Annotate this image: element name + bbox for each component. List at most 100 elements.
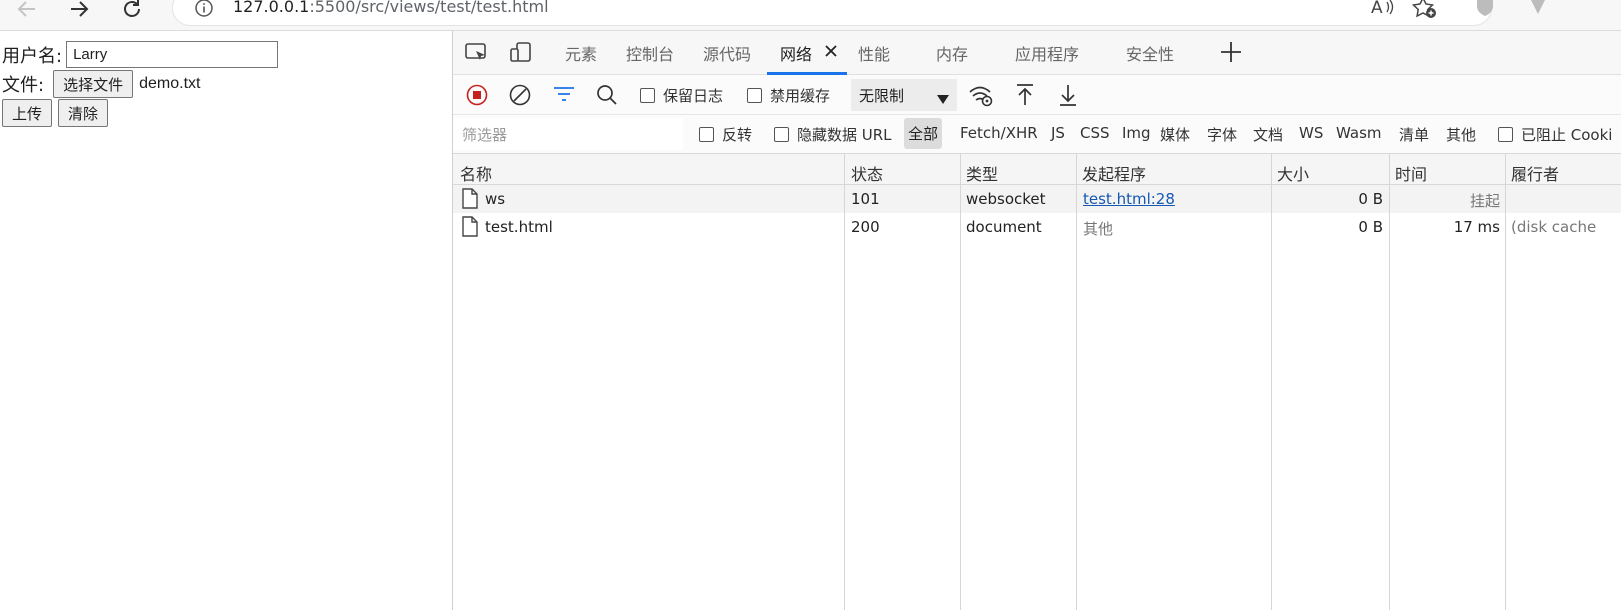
column-header-status[interactable]: 状态 [851, 161, 883, 185]
actions-row: 上传 清除 [2, 99, 109, 127]
filter-type-fetch-xhr[interactable]: Fetch/XHR [960, 124, 1038, 142]
import-har-icon[interactable] [1015, 83, 1035, 111]
disable-cache-label: 禁用缓存 [770, 87, 831, 105]
export-har-icon[interactable] [1058, 83, 1078, 111]
username-input[interactable]: Larry [66, 41, 279, 68]
cell-initiator-link[interactable]: test.html:28 [1083, 190, 1175, 208]
network-toolbar: 保留日志 禁用缓存 无限制 [453, 75, 1621, 115]
table-header: 名称 状态 类型 发起程序 大小 时间 履行者 [453, 154, 1621, 185]
cell-size: 0 B [1358, 190, 1383, 208]
extension-icon[interactable] [1527, 0, 1549, 22]
more-tabs-plus-icon[interactable] [1220, 41, 1242, 67]
choose-file-button[interactable]: 选择文件 [53, 70, 134, 98]
devtools-tabbar: 元素 控制台 源代码 网络 性能 内存 应用程序 安全性 [453, 31, 1621, 75]
blocked-cookies-checkbox[interactable]: 已阻止 Cooki [1498, 124, 1612, 145]
column-divider[interactable] [844, 154, 845, 610]
cell-name[interactable]: test.html [485, 218, 553, 236]
search-icon[interactable] [596, 84, 618, 110]
cell-status: 101 [851, 190, 880, 208]
username-label: 用户名: [2, 45, 63, 67]
reload-button[interactable] [117, 0, 147, 24]
checkbox-box[interactable] [640, 88, 655, 103]
filter-type-img[interactable]: Img [1122, 124, 1151, 142]
caret-down-icon [937, 90, 949, 108]
cell-type: document [966, 218, 1042, 236]
clear-button[interactable]: 清除 [58, 99, 109, 127]
cell-time: 挂起 [1469, 192, 1500, 210]
upload-button[interactable]: 上传 [2, 99, 53, 127]
cell-status: 200 [851, 218, 880, 236]
cell-name[interactable]: ws [485, 190, 505, 208]
filter-type-js[interactable]: JS [1051, 124, 1065, 142]
cell-type: websocket [966, 190, 1046, 208]
column-header-type[interactable]: 类型 [966, 161, 998, 185]
record-stop-icon[interactable] [466, 84, 488, 110]
address-bar[interactable]: 127.0.0.1:5500/src/views/test/test.html [172, 0, 1492, 26]
invert-checkbox[interactable]: 反转 [699, 124, 752, 145]
svg-text:A: A [1371, 0, 1383, 18]
inspect-element-icon[interactable] [465, 42, 489, 68]
column-header-initiator[interactable]: 发起程序 [1082, 161, 1146, 185]
clear-log-icon[interactable] [509, 84, 531, 110]
cell-size: 0 B [1358, 218, 1383, 236]
preserve-log-checkbox[interactable]: 保留日志 [640, 85, 723, 106]
invert-label: 反转 [722, 126, 753, 144]
tab-sources[interactable]: 源代码 [703, 41, 751, 65]
checkbox-box[interactable] [774, 127, 789, 142]
cell-initiator: 其他 [1083, 220, 1114, 238]
tab-security[interactable]: 安全性 [1126, 41, 1174, 65]
column-header-fulfilled-by[interactable]: 履行者 [1511, 161, 1559, 185]
checkbox-box[interactable] [699, 127, 714, 142]
filter-input[interactable]: 筛选器 [453, 118, 683, 150]
column-divider[interactable] [1076, 154, 1077, 610]
shield-icon[interactable] [1474, 0, 1496, 22]
filter-type-all[interactable]: 全部 [904, 118, 943, 149]
back-button[interactable] [12, 0, 42, 24]
tab-memory[interactable]: 内存 [936, 41, 968, 65]
favorites-add-icon[interactable] [1411, 0, 1438, 24]
column-header-time[interactable]: 时间 [1395, 161, 1427, 185]
column-header-size[interactable]: 大小 [1277, 161, 1309, 185]
forward-button[interactable] [64, 0, 94, 24]
filter-type-wasm[interactable]: Wasm [1336, 124, 1382, 142]
hide-data-url-checkbox[interactable]: 隐藏数据 URL [774, 124, 892, 145]
tab-console[interactable]: 控制台 [626, 41, 674, 65]
arrow-right-icon [71, 1, 89, 17]
tab-elements[interactable]: 元素 [565, 41, 597, 65]
column-divider[interactable] [960, 154, 961, 610]
network-conditions-icon[interactable] [968, 84, 994, 112]
blocked-cookies-label: 已阻止 Cooki [1521, 126, 1613, 144]
throttling-select[interactable]: 无限制 [851, 79, 957, 111]
read-aloud-icon[interactable]: A [1370, 0, 1396, 22]
filter-type-font[interactable]: 字体 [1207, 124, 1237, 145]
arrow-left-icon [17, 1, 35, 17]
tab-application[interactable]: 应用程序 [1015, 41, 1079, 65]
filter-icon[interactable] [553, 86, 575, 108]
tab-performance[interactable]: 性能 [858, 41, 890, 65]
filter-type-media[interactable]: 媒体 [1160, 124, 1190, 145]
column-divider[interactable] [1271, 154, 1272, 610]
disable-cache-checkbox[interactable]: 禁用缓存 [747, 85, 830, 106]
page-content: 用户名: Larry 文件: 选择文件 demo.txt 上传 清除 [0, 31, 452, 610]
filter-type-other[interactable]: 其他 [1446, 124, 1476, 145]
info-icon[interactable] [195, 0, 213, 21]
device-toolbar-icon[interactable] [509, 41, 533, 69]
url-text: 127.0.0.1:5500/src/views/test/test.html [233, 0, 549, 16]
cell-fulfilled-by: (disk cache [1511, 218, 1597, 236]
close-tab-icon[interactable] [824, 43, 838, 62]
filter-type-manifest[interactable]: 清单 [1399, 124, 1429, 145]
column-divider[interactable] [1505, 154, 1506, 610]
column-header-name[interactable]: 名称 [460, 161, 492, 185]
tab-network[interactable]: 网络 [780, 41, 812, 65]
checkbox-box[interactable] [1498, 127, 1513, 142]
network-filter-bar: 筛选器 反转 隐藏数据 URL 全部 Fetch/XHR JS CSS Img … [453, 115, 1621, 154]
table-row[interactable]: ws 101 websocket test.html:28 0 B 挂起 [453, 185, 1621, 213]
filter-type-css[interactable]: CSS [1080, 124, 1110, 142]
file-icon [462, 216, 478, 241]
filter-type-doc[interactable]: 文档 [1253, 124, 1283, 145]
devtools-panel: 元素 控制台 源代码 网络 性能 内存 应用程序 安全性 保留日志 禁用缓存 无… [452, 31, 1621, 610]
column-divider[interactable] [1389, 154, 1390, 610]
checkbox-box[interactable] [747, 88, 762, 103]
table-row[interactable]: test.html 200 document 其他 0 B 17 ms (dis… [453, 213, 1621, 241]
filter-type-ws[interactable]: WS [1299, 124, 1323, 142]
